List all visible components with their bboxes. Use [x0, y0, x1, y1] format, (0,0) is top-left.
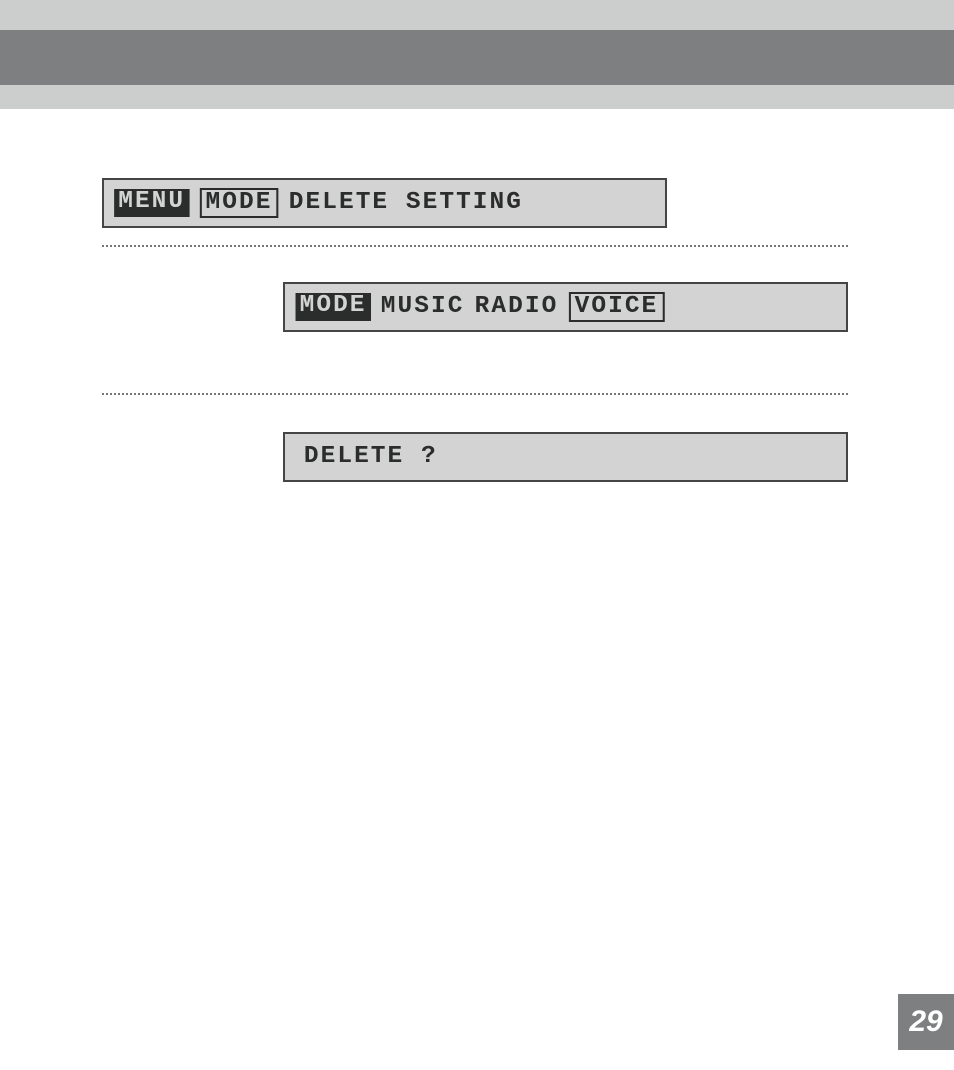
- separator-dotted: [102, 245, 848, 247]
- chip-mode-boxed: MODE: [199, 188, 278, 217]
- lcd3-text: DELETE ?: [304, 444, 438, 470]
- lcd2-music: MUSIC: [381, 294, 465, 320]
- lcd2-radio: RADIO: [475, 294, 559, 320]
- lcd-mode-select: MODE MUSIC RADIO VOICE: [283, 282, 848, 332]
- lcd-menu-mode: MENU MODE DELETE SETTING: [102, 178, 667, 228]
- header-band-inner: [0, 30, 954, 85]
- chip-mode-inverted: MODE: [296, 293, 371, 320]
- page-number: 29: [909, 1005, 942, 1039]
- lcd-delete-confirm: DELETE ?: [283, 432, 848, 482]
- header-band: [0, 0, 954, 109]
- page-number-tab: 29: [898, 994, 954, 1050]
- chip-voice-boxed: VOICE: [569, 292, 665, 321]
- lcd1-text: DELETE SETTING: [289, 190, 523, 216]
- separator-dotted: [102, 393, 848, 395]
- chip-menu-inverted: MENU: [114, 189, 189, 216]
